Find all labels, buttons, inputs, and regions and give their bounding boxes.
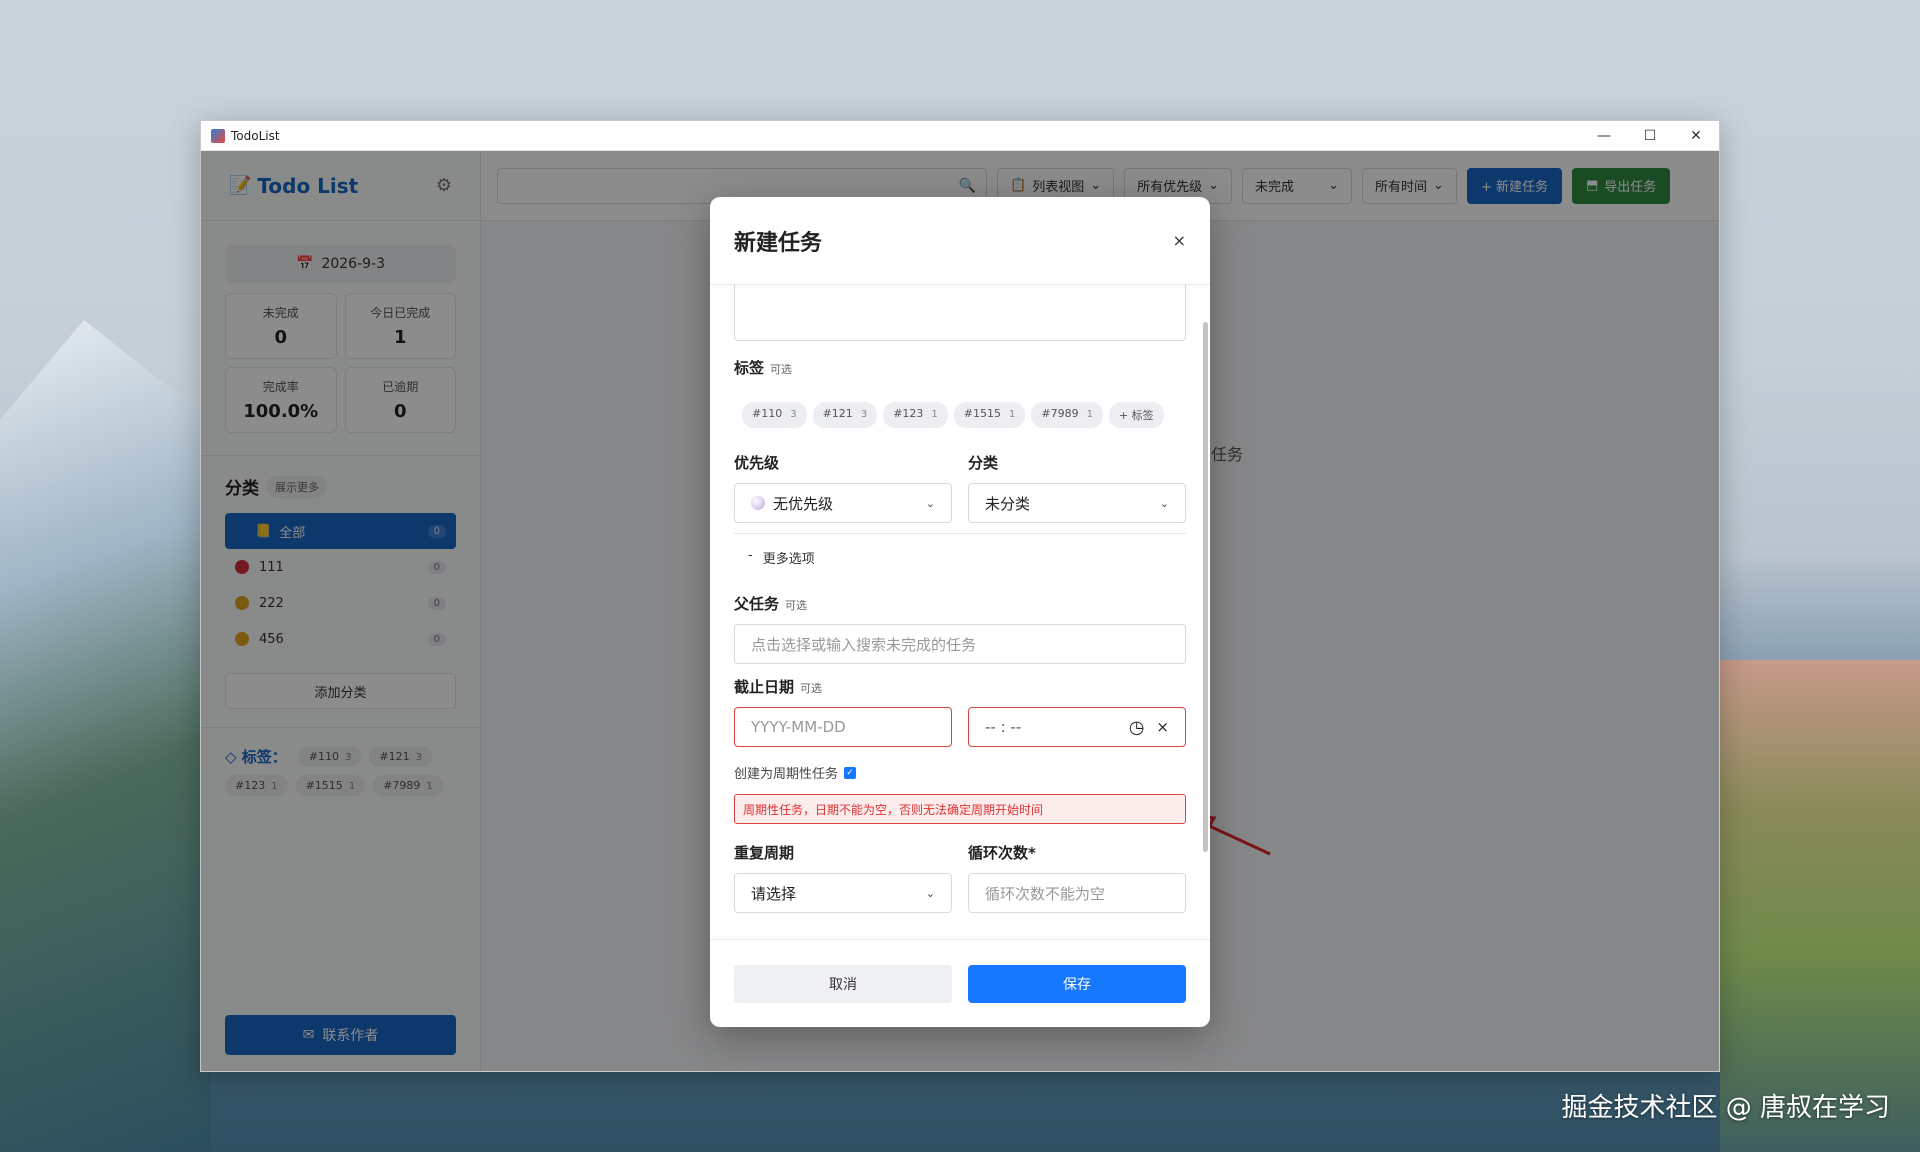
due-date-input[interactable]: YYYY-MM-DD — [734, 707, 952, 747]
priority-label: 优先级 — [734, 454, 780, 472]
background-field — [1720, 660, 1920, 1152]
background-mountain — [0, 320, 210, 1152]
tag-chip[interactable]: #7989 1 — [1031, 402, 1103, 428]
watermark-text: 掘金技术社区 @ 唐叔在学习 — [1561, 1093, 1890, 1123]
add-tag-button[interactable]: + 标签 — [1108, 402, 1164, 428]
tag-name: #1515 — [963, 407, 1001, 420]
tag-chip[interactable]: #121 3 — [812, 402, 878, 428]
tag-name: #121 — [822, 407, 853, 420]
tag-name: #123 — [893, 407, 924, 420]
repeat-value: 请选择 — [751, 884, 797, 903]
tags-label: 标签 — [734, 359, 765, 377]
tag-count: 3 — [790, 409, 797, 420]
tag-chip[interactable]: #123 1 — [883, 402, 948, 428]
maximize-button[interactable]: ☐ — [1627, 121, 1673, 150]
app-icon — [211, 128, 225, 143]
repeat-select[interactable]: 请选择 ⌄ — [734, 873, 952, 913]
parent-label: 父任务 — [734, 595, 780, 613]
recurring-checkbox[interactable]: ✓ — [844, 766, 857, 779]
due-label: 截止日期 — [734, 678, 795, 696]
dialog-scrollbar[interactable] — [1203, 322, 1208, 852]
close-icon[interactable]: × — [1173, 231, 1186, 250]
divider — [734, 533, 1186, 534]
tag-name: #7989 — [1041, 407, 1079, 420]
title-bar: TodoList — ☐ ✕ — [201, 121, 1719, 151]
chevron-down-icon: ⌄ — [925, 496, 935, 510]
due-time-input[interactable]: -- : -- ◷ × — [968, 707, 1186, 747]
cancel-button[interactable]: 取消 — [734, 964, 952, 1003]
tag-chip-list: #110 3 #121 3 #123 1 #1515 1 #7989 1 + 标签 — [734, 378, 1186, 428]
priority-select[interactable]: 无优先级 ⌄ — [734, 483, 952, 523]
tag-chip[interactable]: #110 3 — [742, 402, 807, 428]
save-button[interactable]: 保存 — [968, 964, 1186, 1003]
new-task-dialog: 新建任务 × 标签 可选 #110 3 #121 3 #123 1 #1515 1 #7… — [710, 197, 1210, 1027]
clock-icon[interactable]: ◷ — [1129, 717, 1145, 738]
dialog-title: 新建任务 — [734, 230, 823, 256]
due-field-label: 截止日期 可选 — [734, 676, 1186, 697]
optional-hint: 可选 — [800, 682, 823, 695]
category-select[interactable]: 未分类 ⌄ — [968, 483, 1186, 523]
window-title: TodoList — [231, 128, 280, 143]
more-options-label: 更多选项 — [762, 552, 815, 567]
collapse-icon: - — [748, 548, 753, 563]
tag-count: 3 — [860, 409, 868, 420]
close-window-button[interactable]: ✕ — [1673, 121, 1719, 150]
recurring-label: 创建为周期性任务 — [734, 767, 839, 782]
priority-orb-icon — [751, 496, 765, 510]
parent-task-input[interactable]: 点击选择或输入搜索未完成的任务 — [734, 624, 1186, 664]
optional-hint: 可选 — [785, 599, 808, 612]
loop-count-label: 循环次数* — [968, 844, 1036, 862]
tag-chip[interactable]: #1515 1 — [953, 402, 1026, 428]
tag-count: 1 — [1086, 409, 1093, 420]
recurring-error-message: 周期性任务，日期不能为空，否则无法确定周期开始时间 — [734, 794, 1186, 824]
clear-icon[interactable]: × — [1156, 718, 1169, 736]
description-textarea[interactable] — [734, 285, 1186, 341]
dialog-footer: 取消 保存 — [710, 939, 1210, 1027]
tag-name: #110 — [752, 407, 783, 420]
priority-value: 无优先级 — [773, 494, 834, 513]
tags-field-label: 标签 可选 — [734, 357, 1186, 378]
parent-field-label: 父任务 可选 — [734, 593, 1186, 614]
chevron-down-icon: ⌄ — [925, 886, 935, 900]
tag-count: 1 — [931, 409, 938, 420]
dialog-body: 标签 可选 #110 3 #121 3 #123 1 #1515 1 #7989 1 + … — [710, 285, 1210, 939]
category-label: 分类 — [968, 454, 999, 472]
repeat-label: 重复周期 — [734, 844, 795, 862]
more-options-toggle[interactable]: - 更多选项 — [734, 548, 1186, 567]
tag-count: 1 — [1009, 409, 1016, 420]
minimize-button[interactable]: — — [1581, 121, 1627, 150]
optional-hint: 可选 — [770, 363, 793, 376]
loop-count-input[interactable]: 循环次数不能为空 — [968, 873, 1186, 913]
category-value: 未分类 — [985, 494, 1031, 513]
time-placeholder: -- : -- — [985, 718, 1022, 736]
chevron-down-icon: ⌄ — [1159, 496, 1169, 510]
recurring-checkbox-row[interactable]: 创建为周期性任务 ✓ — [734, 763, 1186, 782]
